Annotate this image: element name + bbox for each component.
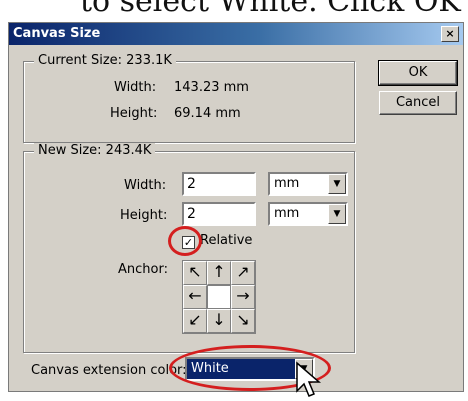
width-input[interactable]: 2 xyxy=(182,172,256,196)
new-size-legend: New Size: 243.4K xyxy=(34,143,156,158)
canvas-size-dialog: Canvas Size × Current Size: 233.1K Width… xyxy=(8,22,464,397)
anchor-sw-icon[interactable]: ↙ xyxy=(183,309,207,333)
anchor-se-icon[interactable]: ↘ xyxy=(231,309,255,333)
chevron-down-icon[interactable]: ▼ xyxy=(328,174,346,194)
anchor-w-icon[interactable]: ← xyxy=(183,285,207,309)
current-height-value: 69.14 mm xyxy=(174,106,241,121)
new-size-group: New Size: 243.4K Width: 2 mm ▼ Height: 2… xyxy=(23,143,355,353)
anchor-n-icon[interactable]: ↑ xyxy=(207,261,231,285)
cancel-button[interactable]: Cancel xyxy=(379,91,457,115)
current-width-value: 143.23 mm xyxy=(174,80,249,95)
dialog-title: Canvas Size xyxy=(13,26,101,41)
dialog-titlebar: Canvas Size × xyxy=(9,23,463,45)
width-unit-select[interactable]: mm ▼ xyxy=(268,172,348,196)
new-width-label: Width: xyxy=(124,178,167,193)
ok-button[interactable]: OK xyxy=(378,60,458,86)
current-width-label: Width: xyxy=(114,80,157,95)
anchor-nw-icon[interactable]: ↖ xyxy=(183,261,207,285)
new-height-label: Height: xyxy=(120,208,168,223)
current-height-label: Height: xyxy=(110,106,158,121)
extension-color-label: Canvas extension color: xyxy=(31,363,187,378)
close-icon[interactable]: × xyxy=(441,26,459,42)
highlight-circle-relative xyxy=(168,226,202,256)
relative-label: Relative xyxy=(200,233,253,248)
height-unit-select[interactable]: mm ▼ xyxy=(268,202,348,226)
anchor-grid: ↖ ↑ ↗ ← → ↙ ↓ ↘ xyxy=(182,260,256,334)
anchor-ne-icon[interactable]: ↗ xyxy=(231,261,255,285)
height-input[interactable]: 2 xyxy=(182,202,256,226)
current-size-legend: Current Size: 233.1K xyxy=(34,53,176,68)
anchor-label: Anchor: xyxy=(118,262,168,277)
anchor-s-icon[interactable]: ↓ xyxy=(207,309,231,333)
anchor-center[interactable] xyxy=(207,285,231,309)
current-size-group: Current Size: 233.1K Width: 143.23 mm He… xyxy=(23,53,355,143)
height-unit-value: mm xyxy=(274,206,300,221)
width-unit-value: mm xyxy=(274,176,300,191)
anchor-e-icon[interactable]: → xyxy=(231,285,255,309)
chevron-down-icon[interactable]: ▼ xyxy=(328,204,346,224)
mouse-cursor-icon xyxy=(296,361,322,397)
